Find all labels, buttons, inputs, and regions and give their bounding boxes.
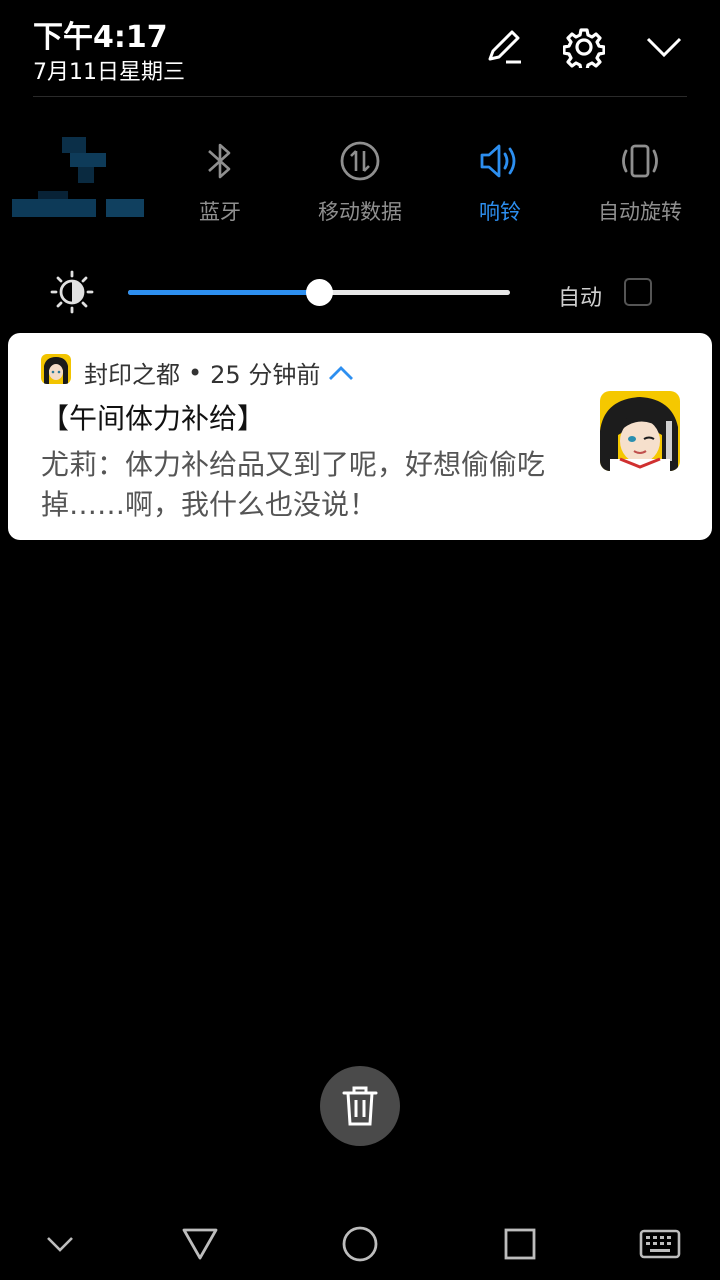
trash-icon	[342, 1086, 378, 1126]
separator-dot: •	[188, 358, 203, 387]
chevron-up-icon	[329, 365, 354, 380]
nav-back-button[interactable]	[178, 1222, 222, 1266]
toggle-mobile-data[interactable]: 移动数据	[290, 130, 430, 230]
notification-body: 尤莉：体力补给品又到了呢，好想偷偷吃掉……啊，我什么也没说！	[41, 448, 546, 521]
notification-header: 封印之都 • 25 分钟前	[84, 355, 354, 390]
gear-icon	[563, 28, 605, 68]
edit-button[interactable]	[481, 24, 527, 70]
nav-keyboard-button[interactable]	[638, 1222, 682, 1266]
bluetooth-icon	[208, 143, 231, 179]
speaker-icon	[480, 144, 516, 178]
recents-icon	[504, 1228, 536, 1260]
auto-brightness-label: 自动	[558, 286, 603, 311]
toggle-label: 响铃	[479, 200, 521, 224]
toggle-auto-rotate[interactable]: 自动旋转	[570, 130, 710, 230]
settings-button[interactable]	[561, 24, 607, 70]
header-divider	[33, 96, 687, 97]
brightness-slider-fill	[128, 290, 319, 295]
notification-time: 25 分钟前	[210, 361, 321, 389]
toggle-label: 移动数据	[318, 200, 402, 224]
edit-icon	[488, 30, 521, 64]
clear-all-button[interactable]	[320, 1066, 400, 1146]
brightness-slider[interactable]	[128, 279, 510, 306]
date-label: 7月11日星期三	[33, 60, 185, 85]
keyboard-icon	[639, 1229, 681, 1259]
mobile-data-icon	[340, 141, 380, 181]
auto-brightness-checkbox[interactable]	[624, 278, 652, 306]
nav-recents-button[interactable]	[498, 1222, 542, 1266]
notification-thumbnail	[600, 391, 680, 471]
home-icon	[342, 1226, 378, 1262]
clock: 下午4:17	[33, 20, 168, 55]
nav-hide-button[interactable]	[38, 1222, 82, 1266]
notification-shade: 下午4:17 7月11日星期三 蓝牙 移动数据 响铃 自动旋转 自动 封印之都 …	[0, 0, 720, 1280]
toggle-ringer[interactable]: 响铃	[430, 130, 570, 230]
brightness-slider-thumb[interactable]	[306, 279, 333, 306]
chevron-down-icon	[47, 1237, 73, 1252]
toggle-bluetooth[interactable]: 蓝牙	[150, 130, 290, 230]
notification-title: 【午间体力补给】	[41, 402, 266, 435]
toggle-label: 自动旋转	[598, 200, 682, 224]
notification-card[interactable]: 封印之都 • 25 分钟前 【午间体力补给】 尤莉：体力补给品又到了呢，好想偷偷…	[8, 333, 712, 540]
app-icon	[41, 354, 71, 384]
back-icon	[182, 1228, 218, 1260]
app-name: 封印之都	[84, 361, 180, 389]
auto-rotate-icon	[622, 144, 658, 178]
nav-home-button[interactable]	[338, 1222, 382, 1266]
brightness-icon	[50, 270, 94, 314]
collapse-button[interactable]	[641, 24, 687, 70]
expand-toggle[interactable]	[328, 365, 354, 381]
chevron-down-icon	[646, 37, 682, 58]
wifi-tile-redacted[interactable]	[10, 125, 150, 235]
toggle-label: 蓝牙	[199, 200, 241, 224]
